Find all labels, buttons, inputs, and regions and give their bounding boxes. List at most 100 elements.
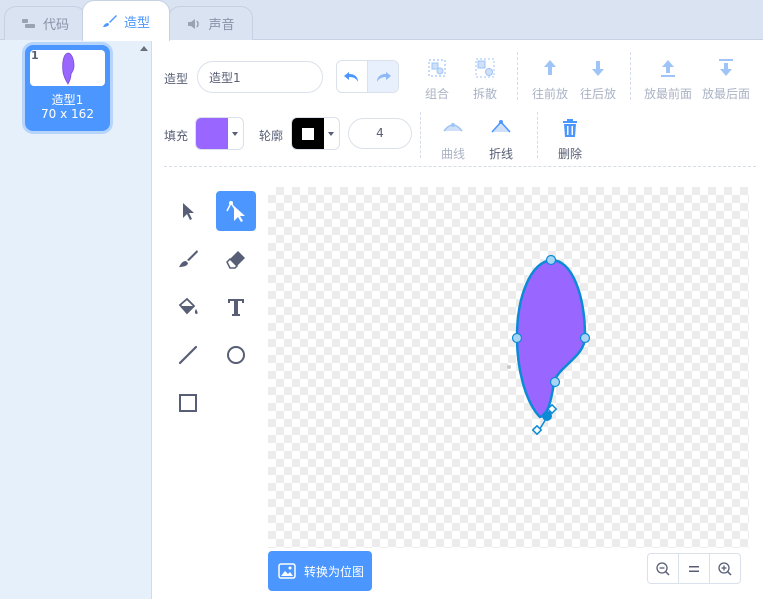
- delete-label: 删除: [557, 147, 582, 161]
- control-point[interactable]: [579, 332, 591, 344]
- outline-swatch: [292, 118, 324, 149]
- toolbar-divider: [537, 112, 538, 158]
- forward-button[interactable]: 往前放: [525, 57, 575, 102]
- outline-label: 轮廓: [259, 129, 284, 143]
- line-tool[interactable]: [168, 335, 208, 375]
- equals-icon: [689, 565, 699, 572]
- delete-button[interactable]: 删除: [545, 117, 595, 162]
- arrow-up-icon: [544, 60, 556, 75]
- rectangle-icon: [179, 394, 197, 412]
- front-label: 放最前面: [643, 87, 692, 101]
- image-icon: [278, 563, 296, 579]
- brush-icon: [102, 15, 117, 27]
- pointed-button[interactable]: 折线: [476, 117, 526, 162]
- toolbar-separator: [164, 166, 756, 167]
- fill-tool[interactable]: [168, 287, 208, 327]
- costume-name-label: 造型: [164, 72, 189, 86]
- costume-thumbnail-shape: [62, 52, 75, 85]
- forward-label: 往前放: [531, 87, 568, 101]
- zoom-out-button[interactable]: [647, 553, 679, 584]
- fill-label: 填充: [164, 129, 189, 143]
- eraser-icon: [226, 251, 245, 269]
- chevron-down-icon: [324, 118, 338, 149]
- ungroup-button[interactable]: 拆散: [460, 57, 510, 102]
- control-point[interactable]: [511, 332, 523, 344]
- select-tool[interactable]: [168, 191, 208, 231]
- undo-button[interactable]: [337, 61, 368, 92]
- zoom-in-icon: [718, 561, 732, 576]
- tab-sounds[interactable]: 声音: [168, 6, 253, 40]
- back-label: 放最后面: [701, 87, 750, 101]
- chevron-down-icon: [228, 118, 242, 149]
- circle-tool[interactable]: [216, 335, 256, 375]
- redo-icon: [377, 71, 391, 82]
- convert-label: 转换为位图: [304, 564, 365, 579]
- control-point[interactable]: [549, 376, 561, 388]
- tab-sounds-label: 声音: [208, 18, 235, 33]
- costume-number: 1: [31, 49, 39, 62]
- brush-tool[interactable]: [168, 239, 208, 279]
- control-point[interactable]: [545, 254, 557, 266]
- front-button[interactable]: 放最前面: [638, 57, 698, 102]
- outline-color-picker[interactable]: [291, 117, 340, 150]
- toolbar-divider: [517, 52, 518, 100]
- tab-costumes-label: 造型: [123, 15, 150, 31]
- ungroup-label: 拆散: [472, 87, 497, 101]
- backward-button[interactable]: 往后放: [573, 57, 623, 102]
- curved-button[interactable]: 曲线: [428, 117, 478, 162]
- ungroup-icon: [475, 58, 495, 78]
- arrow-pointer-icon: [183, 203, 194, 220]
- editor-tabs: 代码 造型 声音: [0, 0, 763, 41]
- bring-to-front-icon: [661, 60, 675, 77]
- zoom-out-icon: [656, 561, 670, 576]
- convert-to-bitmap-button[interactable]: 转换为位图: [268, 551, 372, 591]
- group-icon: [428, 59, 446, 77]
- costume-thumbnail: [30, 50, 105, 86]
- curved-point-icon: [443, 123, 463, 132]
- group-button[interactable]: 组合: [412, 57, 462, 102]
- outline-width-input[interactable]: 4: [348, 118, 412, 149]
- pointed-point-icon: [491, 120, 511, 133]
- text-tool[interactable]: [216, 287, 256, 327]
- eraser-tool[interactable]: [216, 239, 256, 279]
- line-icon: [178, 345, 198, 365]
- costume-shape[interactable]: [515, 258, 587, 419]
- toolbar-divider: [630, 52, 631, 100]
- tab-code[interactable]: 代码: [4, 6, 86, 40]
- costume-list-scrollbar[interactable]: [136, 40, 152, 599]
- undo-redo-group: [336, 60, 399, 93]
- group-label: 组合: [424, 87, 449, 101]
- paint-bucket-icon: [178, 297, 198, 315]
- pointed-label: 折线: [488, 147, 513, 161]
- costume-name-input[interactable]: [197, 61, 323, 93]
- toolbar-divider: [420, 112, 421, 158]
- redo-button[interactable]: [368, 61, 398, 92]
- tab-code-label: 代码: [42, 18, 69, 33]
- brush-icon: [179, 250, 198, 267]
- rectangle-tool[interactable]: [168, 383, 208, 423]
- zoom-reset-button[interactable]: [678, 553, 710, 584]
- trash-icon: [563, 119, 577, 137]
- fill-color-picker[interactable]: [195, 117, 244, 150]
- backward-label: 往后放: [579, 87, 616, 101]
- costume-name: 造型1: [51, 93, 84, 107]
- zoom-in-button[interactable]: [709, 553, 741, 584]
- reshape-icon: [226, 201, 245, 222]
- arrow-down-icon: [592, 61, 604, 76]
- costume-size: 70 x 162: [41, 107, 94, 121]
- curved-label: 曲线: [440, 147, 465, 161]
- undo-icon: [344, 71, 358, 82]
- speaker-icon: [188, 18, 200, 29]
- tab-costumes[interactable]: 造型: [82, 0, 170, 41]
- shape-center-marker: [507, 365, 511, 369]
- canvas-drawing: [507, 254, 591, 436]
- back-button[interactable]: 放最后面: [700, 57, 752, 102]
- fill-swatch: [196, 118, 228, 149]
- reshape-tool[interactable]: [216, 191, 256, 231]
- paint-canvas[interactable]: [268, 187, 749, 548]
- code-icon: [21, 18, 35, 28]
- circle-icon: [227, 346, 245, 364]
- text-icon: [228, 299, 244, 316]
- costume-tile[interactable]: 1 造型1 70 x 162: [25, 45, 110, 131]
- scroll-up-icon[interactable]: [140, 46, 148, 51]
